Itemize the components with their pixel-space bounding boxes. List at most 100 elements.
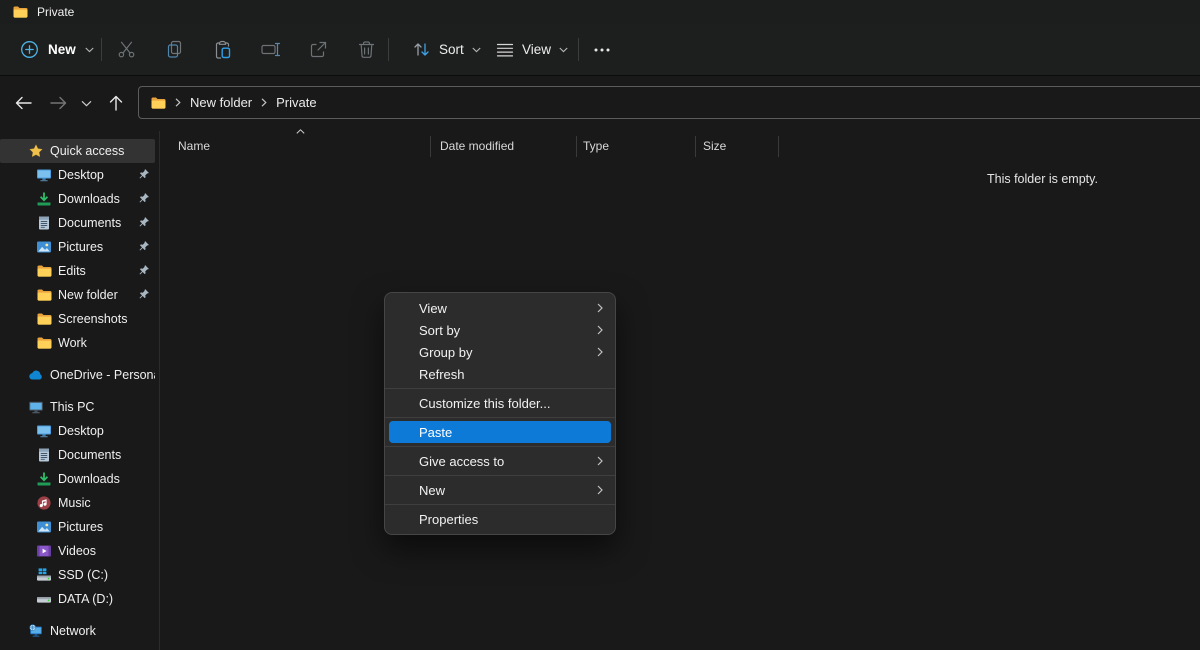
desktop-icon <box>36 423 52 439</box>
sidebar-item-pictures[interactable]: Pictures <box>0 235 155 259</box>
sidebar-item-edits[interactable]: Edits <box>0 259 155 283</box>
context-menu-item-give-access-to[interactable]: Give access to <box>385 450 615 472</box>
folder-icon <box>36 263 52 279</box>
pin-icon <box>137 192 150 205</box>
recent-locations-button[interactable] <box>74 88 98 118</box>
chevron-down-icon <box>559 47 568 53</box>
sidebar-item-documents[interactable]: Documents <box>0 211 155 235</box>
folder-icon <box>36 335 52 351</box>
forward-button[interactable] <box>43 88 73 118</box>
column-header-date-modified[interactable]: Date modified <box>440 133 514 159</box>
sidebar-item-new-folder[interactable]: New folder <box>0 283 155 307</box>
toolbar-divider <box>101 38 102 61</box>
computer-icon <box>28 399 44 415</box>
pin-icon <box>137 168 150 181</box>
rename-icon <box>260 39 281 60</box>
sidebar-item-pc-documents[interactable]: Documents <box>0 443 155 467</box>
column-header-type[interactable]: Type <box>583 133 609 159</box>
sidebar-item-pc-desktop[interactable]: Desktop <box>0 419 155 443</box>
star-icon <box>28 143 44 159</box>
paste-button[interactable] <box>202 32 242 68</box>
plus-circle-icon <box>20 40 39 59</box>
scissors-icon <box>116 39 137 60</box>
sidebar-item-this-pc[interactable]: This PC <box>0 395 155 419</box>
new-button-label: New <box>48 42 76 57</box>
videos-icon <box>36 543 52 559</box>
sidebar-divider <box>159 131 160 650</box>
context-menu-item-view[interactable]: View <box>385 297 615 319</box>
arrow-up-icon <box>109 95 123 111</box>
menu-separator <box>385 417 615 418</box>
menu-separator <box>385 446 615 447</box>
trash-icon <box>356 39 377 60</box>
context-menu-item-sort-by[interactable]: Sort by <box>385 319 615 341</box>
folder-icon <box>150 95 166 111</box>
sidebar-item-pc-pictures[interactable]: Pictures <box>0 515 155 539</box>
column-header-name[interactable]: Name <box>178 133 210 159</box>
context-menu-item-customize-this-folder[interactable]: Customize this folder... <box>385 392 615 414</box>
sidebar-item-ssd-c[interactable]: SSD (C:) <box>0 563 155 587</box>
sidebar-item-onedrive[interactable]: OneDrive - Personal <box>0 363 155 387</box>
onedrive-cloud-icon <box>28 367 44 383</box>
sidebar-item-desktop[interactable]: Desktop <box>0 163 155 187</box>
sidebar-item-screenshots[interactable]: Screenshots <box>0 307 155 331</box>
drive-windows-icon <box>36 567 52 583</box>
arrow-left-icon <box>15 96 32 110</box>
see-more-button[interactable] <box>584 32 620 68</box>
sidebar-item-videos[interactable]: Videos <box>0 539 155 563</box>
context-menu-item-group-by[interactable]: Group by <box>385 341 615 363</box>
music-icon <box>36 495 52 511</box>
delete-button[interactable] <box>346 32 386 68</box>
sort-button[interactable]: Sort <box>404 32 489 68</box>
sidebar-item-pc-downloads[interactable]: Downloads <box>0 467 155 491</box>
context-menu-item-new[interactable]: New <box>385 479 615 501</box>
paste-icon <box>212 39 233 60</box>
share-button[interactable] <box>298 32 338 68</box>
context-menu-item-refresh[interactable]: Refresh <box>385 363 615 385</box>
empty-folder-message: This folder is empty. <box>987 172 1098 186</box>
column-divider[interactable] <box>778 136 779 157</box>
chevron-down-icon <box>81 100 92 107</box>
back-button[interactable] <box>8 88 38 118</box>
breadcrumb-segment[interactable]: Private <box>276 95 316 110</box>
navigation-bar: New folder Private <box>0 76 1200 130</box>
documents-icon <box>36 215 52 231</box>
column-header-size[interactable]: Size <box>703 133 726 159</box>
cut-button[interactable] <box>106 32 146 68</box>
context-menu-item-paste[interactable]: Paste <box>389 421 611 443</box>
chevron-down-icon <box>472 47 481 53</box>
chevron-down-icon <box>85 47 94 53</box>
sidebar-item-work[interactable]: Work <box>0 331 155 355</box>
context-menu: View Sort by Group by Refresh Customize … <box>384 292 616 535</box>
folder-icon <box>12 4 28 20</box>
pictures-icon <box>36 239 52 255</box>
command-bar: New <box>0 24 1200 76</box>
address-bar[interactable]: New folder Private <box>138 86 1200 119</box>
chevron-right-icon <box>597 325 603 335</box>
title-bar: Private <box>0 0 1200 24</box>
column-divider[interactable] <box>695 136 696 157</box>
rename-button[interactable] <box>250 32 290 68</box>
sidebar-item-network[interactable]: Network <box>0 619 155 643</box>
chevron-right-icon <box>597 456 603 466</box>
context-menu-item-properties[interactable]: Properties <box>385 508 615 530</box>
new-button[interactable]: New <box>10 32 104 68</box>
desktop-icon <box>36 167 52 183</box>
up-button[interactable] <box>101 88 131 118</box>
column-divider[interactable] <box>576 136 577 157</box>
view-button[interactable]: View <box>488 32 576 68</box>
copy-button[interactable] <box>154 32 194 68</box>
downloads-icon <box>36 471 52 487</box>
breadcrumb-segment[interactable]: New folder <box>190 95 252 110</box>
sidebar-item-data-d[interactable]: DATA (D:) <box>0 587 155 611</box>
folder-icon <box>36 311 52 327</box>
sidebar-item-music[interactable]: Music <box>0 491 155 515</box>
pin-icon <box>137 288 150 301</box>
menu-separator <box>385 504 615 505</box>
sidebar-item-downloads[interactable]: Downloads <box>0 187 155 211</box>
sidebar-item-quick-access[interactable]: Quick access <box>0 139 155 163</box>
pin-icon <box>137 216 150 229</box>
pin-icon <box>137 240 150 253</box>
menu-separator <box>385 475 615 476</box>
column-divider[interactable] <box>430 136 431 157</box>
